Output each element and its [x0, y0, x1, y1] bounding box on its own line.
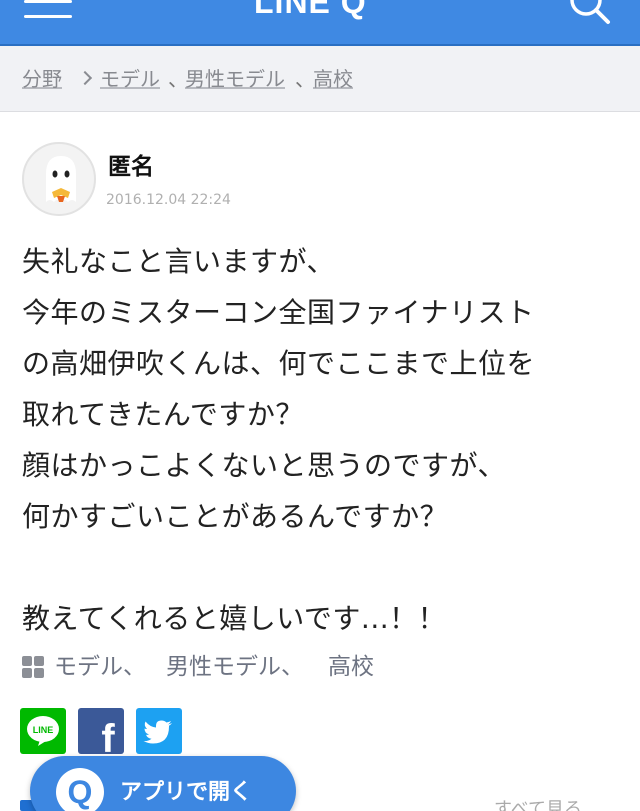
breadcrumb-item-model[interactable]: モデル: [100, 66, 160, 92]
line-q-app-icon: Q: [56, 768, 104, 811]
breadcrumb: 分野 モデル 、 男性モデル 、 高校: [0, 46, 640, 112]
post-timestamp: 2016.12.04 22:24: [106, 192, 231, 208]
see-all-link[interactable]: すべて見る: [494, 800, 582, 811]
app-header: LINE Q: [0, 0, 640, 44]
line-icon-label: LINE: [33, 725, 54, 735]
share-twitter-button[interactable]: [136, 708, 182, 754]
breadcrumb-item-field[interactable]: 分野: [22, 66, 62, 92]
author-name[interactable]: 匿名: [108, 153, 154, 181]
avatar[interactable]: [22, 142, 96, 216]
search-icon[interactable]: [566, 0, 614, 26]
facebook-icon: f: [101, 717, 115, 761]
ghost-avatar-icon: [46, 156, 76, 202]
breadcrumb-item-male-model[interactable]: 男性モデル: [185, 66, 285, 92]
line-icon: LINE: [27, 716, 59, 746]
twitter-bird-icon: [143, 720, 172, 744]
line-q-logo[interactable]: LINE Q: [254, 0, 367, 18]
facebook-icon-glyph: f: [101, 717, 115, 754]
chevron-right-icon: [77, 70, 93, 86]
breadcrumb-item-high-school[interactable]: 高校: [313, 66, 353, 92]
share-line-button[interactable]: LINE: [20, 708, 66, 754]
tag-male-model[interactable]: 男性モデル、: [166, 650, 304, 684]
open-in-app-button[interactable]: Q アプリで開く: [30, 756, 296, 811]
app-icon-letter: Q: [67, 774, 93, 810]
open-in-app-label: アプリで開く: [120, 780, 253, 805]
tag-high-school[interactable]: 高校: [328, 650, 374, 684]
menu-icon[interactable]: [24, 0, 72, 20]
breadcrumb-separator: 、: [295, 67, 315, 91]
share-facebook-button[interactable]: f: [78, 708, 124, 761]
grid-icon: [22, 656, 44, 678]
question-body: 失礼なこと言いますが、 今年のミスターコン全国ファイナリスト の高畑伊吹くんは、…: [22, 245, 536, 635]
tag-model[interactable]: モデル、: [54, 650, 146, 684]
